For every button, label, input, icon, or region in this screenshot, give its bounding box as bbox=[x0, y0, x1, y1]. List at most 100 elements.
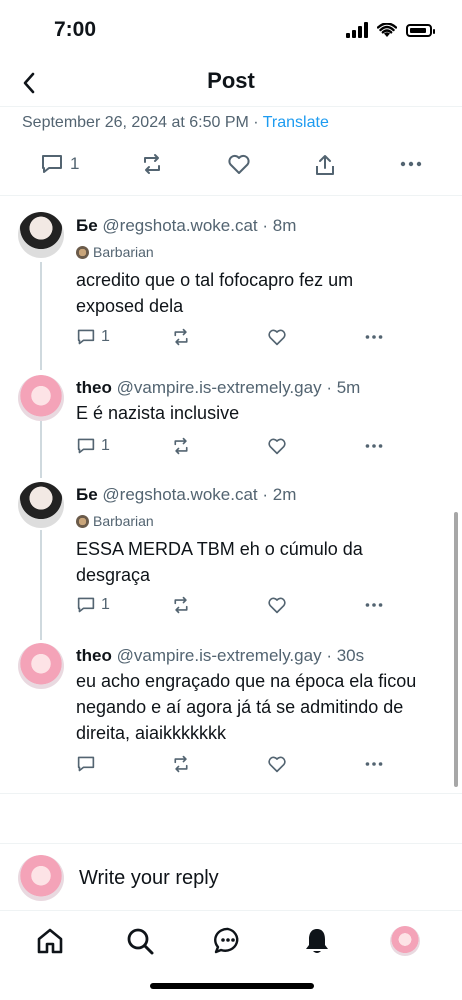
reply-input[interactable]: Write your reply bbox=[79, 867, 219, 890]
reply-icon bbox=[77, 597, 95, 613]
reply-actions bbox=[76, 755, 396, 781]
repost-icon bbox=[174, 437, 188, 455]
post-time: 2m bbox=[272, 485, 297, 504]
reply-header: theo @vampire.is-extremely.gay · 5m bbox=[76, 378, 361, 397]
tab-chat[interactable] bbox=[210, 923, 246, 959]
repost-button[interactable] bbox=[171, 328, 191, 346]
reply-button[interactable]: 1 bbox=[76, 437, 110, 455]
repost-icon bbox=[144, 154, 160, 174]
avatar[interactable] bbox=[18, 643, 64, 689]
reply-header: Бе @regshota.woke.cat · 2m bbox=[76, 485, 297, 504]
like-button[interactable] bbox=[267, 437, 287, 455]
translate-link[interactable]: Translate bbox=[263, 114, 329, 131]
like-button[interactable] bbox=[227, 153, 251, 175]
tab-home[interactable] bbox=[32, 923, 68, 959]
reply-text: acredito que o tal fofocapro fez um expo… bbox=[76, 270, 354, 316]
more-icon bbox=[365, 444, 383, 448]
thread-divider bbox=[0, 793, 462, 794]
reply-item[interactable]: Бе @regshota.woke.cat · 2m Barbarian ESS… bbox=[0, 470, 462, 630]
tab-profile-avatar[interactable] bbox=[390, 926, 420, 956]
tab-bar bbox=[0, 910, 462, 971]
repost-icon bbox=[174, 328, 188, 346]
reply-text: E é nazista inclusive bbox=[76, 403, 240, 423]
avatar[interactable] bbox=[18, 212, 64, 258]
repost-button[interactable] bbox=[171, 755, 191, 773]
reply-icon bbox=[42, 155, 62, 173]
profile-badge: Barbarian bbox=[76, 244, 154, 260]
more-icon bbox=[365, 603, 383, 607]
home-icon bbox=[37, 928, 63, 954]
reply-button[interactable]: 1 bbox=[76, 328, 110, 346]
post-time: 8m bbox=[272, 216, 297, 235]
reply-actions: 1 bbox=[76, 596, 396, 622]
like-button[interactable] bbox=[267, 596, 287, 614]
chat-icon bbox=[214, 927, 239, 954]
more-button[interactable] bbox=[363, 755, 385, 773]
reply-actions: 1 bbox=[76, 437, 396, 463]
reply-button[interactable] bbox=[76, 755, 101, 773]
reply-header: Бе @regshota.woke.cat · 8m bbox=[76, 216, 297, 235]
wifi-icon bbox=[377, 22, 397, 37]
author-handle[interactable]: @vampire.is-extremely.gay bbox=[117, 378, 322, 397]
scrollbar[interactable] bbox=[454, 512, 458, 787]
tab-search[interactable] bbox=[122, 923, 158, 959]
badge-label: Barbarian bbox=[93, 244, 154, 260]
share-icon bbox=[316, 155, 334, 175]
search-icon bbox=[127, 928, 154, 955]
repost-button[interactable] bbox=[171, 596, 191, 614]
more-icon bbox=[400, 161, 422, 167]
share-button[interactable] bbox=[313, 153, 337, 177]
status-icons bbox=[346, 22, 435, 38]
post-time: 30s bbox=[336, 646, 365, 665]
avatar[interactable] bbox=[18, 375, 64, 421]
repost-icon bbox=[174, 596, 188, 614]
author-name[interactable]: theo bbox=[76, 646, 112, 665]
reply-text: eu acho engraçado que na época ela ficou… bbox=[76, 671, 417, 743]
tab-notifications[interactable] bbox=[299, 923, 335, 959]
reply-item[interactable]: theo @vampire.is-extremely.gay · 30s eu … bbox=[0, 630, 462, 790]
reply-icon bbox=[77, 756, 95, 772]
reply-header: theo @vampire.is-extremely.gay · 30s bbox=[76, 646, 365, 665]
heart-icon bbox=[228, 154, 250, 174]
reply-text: ESSA MERDA TBM eh o cúmulo da desgraça bbox=[76, 539, 363, 585]
author-name[interactable]: Бе bbox=[76, 216, 98, 235]
reply-icon bbox=[77, 438, 95, 454]
more-button[interactable] bbox=[363, 596, 385, 614]
status-time: 7:00 bbox=[54, 18, 97, 41]
author-handle[interactable]: @regshota.woke.cat bbox=[102, 485, 257, 504]
reply-item[interactable]: Бе @regshota.woke.cat · 8m Barbarian acr… bbox=[0, 200, 462, 360]
like-button[interactable] bbox=[267, 328, 287, 346]
repost-button[interactable] bbox=[140, 153, 164, 175]
more-button[interactable] bbox=[363, 437, 385, 455]
profile-badge: Barbarian bbox=[76, 513, 154, 529]
reply-count: 1 bbox=[101, 596, 110, 613]
heart-icon bbox=[268, 597, 286, 614]
author-handle[interactable]: @regshota.woke.cat bbox=[102, 216, 257, 235]
header: Post bbox=[0, 62, 462, 107]
reply-composer[interactable]: Write your reply bbox=[0, 843, 462, 910]
badge-icon bbox=[76, 514, 89, 528]
avatar[interactable] bbox=[18, 482, 64, 528]
post-time: 5m bbox=[336, 378, 361, 397]
heart-icon bbox=[268, 329, 286, 346]
badge-icon bbox=[76, 245, 89, 259]
bell-icon bbox=[306, 929, 328, 953]
more-button[interactable] bbox=[398, 153, 424, 175]
more-icon bbox=[365, 335, 383, 339]
repost-button[interactable] bbox=[171, 437, 191, 455]
more-button[interactable] bbox=[363, 328, 385, 346]
like-button[interactable] bbox=[267, 755, 287, 773]
author-handle[interactable]: @vampire.is-extremely.gay bbox=[117, 646, 322, 665]
author-name[interactable]: theo bbox=[76, 378, 112, 397]
badge-label: Barbarian bbox=[93, 513, 154, 529]
meta-separator: · bbox=[253, 114, 259, 131]
reply-icon bbox=[77, 329, 95, 345]
reply-button[interactable]: 1 bbox=[40, 153, 79, 175]
page-title: Post bbox=[207, 68, 255, 93]
heart-icon bbox=[268, 438, 286, 455]
reply-item[interactable]: theo @vampire.is-extremely.gay · 5m E é … bbox=[0, 360, 462, 470]
reply-button[interactable]: 1 bbox=[76, 596, 110, 614]
battery-icon bbox=[406, 23, 435, 37]
author-name[interactable]: Бе bbox=[76, 485, 98, 504]
repost-icon bbox=[174, 755, 188, 773]
